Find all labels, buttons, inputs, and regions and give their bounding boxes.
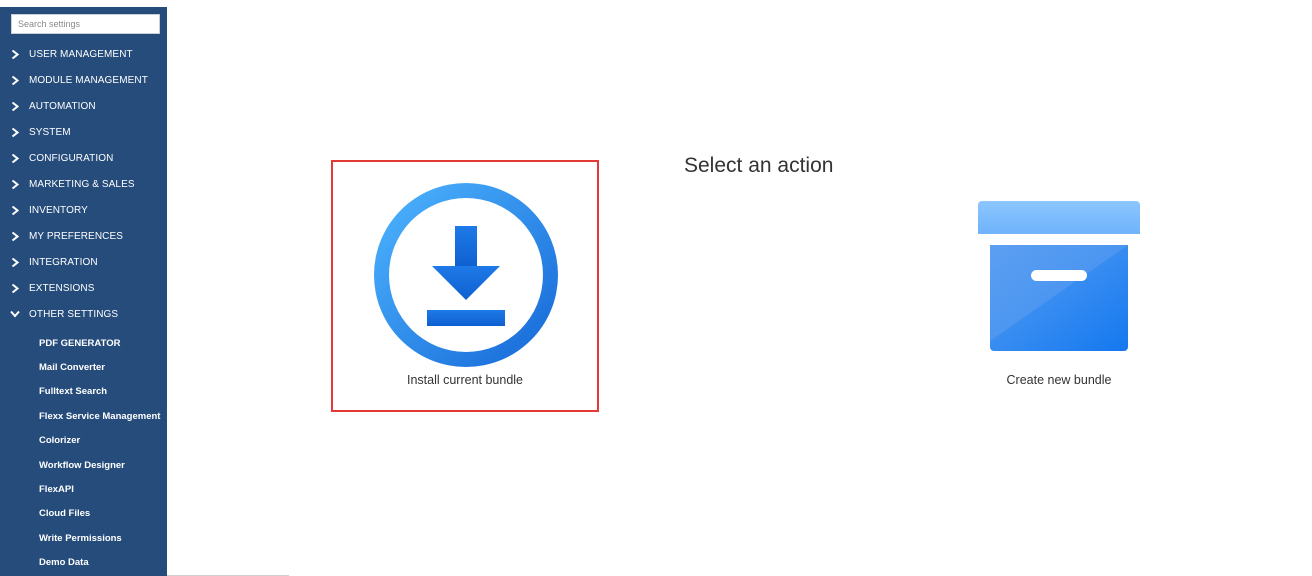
sidebar-item-other-settings[interactable]: OTHER SETTINGS: [0, 301, 167, 327]
archive-box-icon: [978, 201, 1140, 358]
sidebar-item-label: USER MANAGEMENT: [29, 48, 133, 60]
chevron-right-icon: [5, 257, 25, 267]
sidebar-item-configuration[interactable]: CONFIGURATION: [0, 145, 167, 171]
sidebar-subitem-workflow-designer[interactable]: Workflow Designer: [0, 453, 167, 477]
sidebar-subitem-colorizer[interactable]: Colorizer: [0, 429, 167, 453]
sidebar-subitem-fulltext-search[interactable]: Fulltext Search: [0, 380, 167, 404]
chevron-right-icon: [5, 205, 25, 215]
sidebar-item-label: MY PREFERENCES: [29, 230, 124, 242]
sidebar-subitem-flexx-service-management[interactable]: Flexx Service Management: [0, 404, 167, 428]
sidebar-item-automation[interactable]: AUTOMATION: [0, 93, 167, 119]
sidebar-item-label: AUTOMATION: [29, 100, 96, 112]
sidebar-item-label: OTHER SETTINGS: [29, 308, 119, 320]
chevron-right-icon: [5, 101, 25, 111]
create-new-bundle-button[interactable]: Create new bundle: [925, 160, 1193, 412]
install-current-bundle-label: Install current bundle: [406, 373, 524, 387]
settings-menu: USER MANAGEMENT MODULE MANAGEMENT AUTOMA…: [0, 41, 167, 575]
sidebar-item-label: MARKETING & SALES: [29, 178, 135, 190]
sidebar-item-label: INTEGRATION: [29, 256, 98, 268]
sidebar-item-my-preferences[interactable]: MY PREFERENCES: [0, 223, 167, 249]
sidebar-item-label: MODULE MANAGEMENT: [29, 74, 148, 86]
sidebar-item-user-management[interactable]: USER MANAGEMENT: [0, 41, 167, 67]
sidebar-item-system[interactable]: SYSTEM: [0, 119, 167, 145]
create-new-bundle-label: Create new bundle: [1006, 373, 1112, 387]
sidebar-item-inventory[interactable]: INVENTORY: [0, 197, 167, 223]
sidebar-item-integration[interactable]: INTEGRATION: [0, 249, 167, 275]
chevron-right-icon: [5, 231, 25, 241]
sidebar-item-marketing-sales[interactable]: MARKETING & SALES: [0, 171, 167, 197]
chevron-right-icon: [5, 49, 25, 59]
sidebar-subitem-demo-data[interactable]: Demo Data: [0, 551, 167, 575]
search-settings-input[interactable]: [11, 14, 160, 34]
sidebar-subitem-flexapi[interactable]: FlexAPI: [0, 477, 167, 501]
chevron-right-icon: [5, 283, 25, 293]
chevron-right-icon: [5, 127, 25, 137]
download-icon: [374, 183, 558, 372]
other-settings-submenu: PDF GENERATOR Mail Converter Fulltext Se…: [0, 331, 167, 575]
chevron-right-icon: [5, 75, 25, 85]
sidebar-item-extensions[interactable]: EXTENSIONS: [0, 275, 167, 301]
install-current-bundle-button[interactable]: Install current bundle: [331, 160, 599, 412]
sidebar-subitem-cloud-files[interactable]: Cloud Files: [0, 502, 167, 526]
sidebar-item-label: SYSTEM: [29, 126, 71, 138]
sidebar-item-label: EXTENSIONS: [29, 282, 95, 294]
sidebar-item-module-management[interactable]: MODULE MANAGEMENT: [0, 67, 167, 93]
sidebar-subitem-mail-converter[interactable]: Mail Converter: [0, 355, 167, 379]
sidebar-item-label: INVENTORY: [29, 204, 88, 216]
sidebar-subitem-write-permissions[interactable]: Write Permissions: [0, 526, 167, 550]
settings-sidebar: USER MANAGEMENT MODULE MANAGEMENT AUTOMA…: [0, 7, 167, 576]
chevron-right-icon: [5, 179, 25, 189]
chevron-right-icon: [5, 153, 25, 163]
sidebar-item-label: CONFIGURATION: [29, 152, 114, 164]
page-title: Select an action: [684, 154, 834, 177]
chevron-down-icon: [5, 310, 25, 318]
sidebar-subitem-pdf-generator[interactable]: PDF GENERATOR: [0, 331, 167, 355]
